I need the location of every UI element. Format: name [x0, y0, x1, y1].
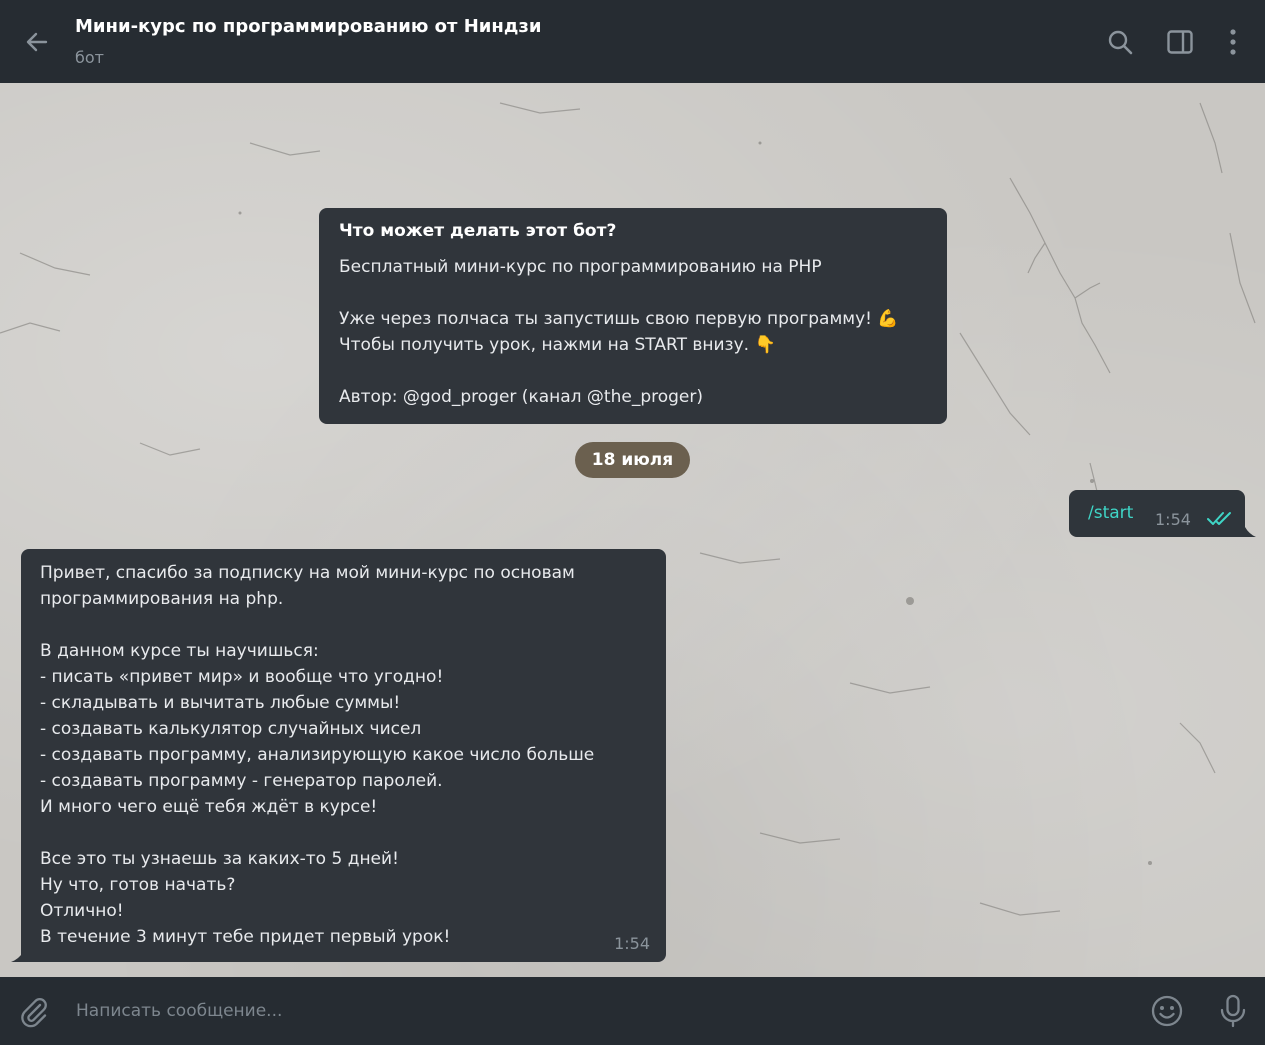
message-spacer	[40, 612, 646, 638]
incoming-message[interactable]: Привет, спасибо за подписку на мой мини-…	[21, 549, 666, 962]
double-check-icon	[1207, 512, 1231, 525]
message-line: - складывать и вычитать любые суммы!	[40, 693, 401, 713]
message-line: В данном курсе ты научишься:	[40, 641, 319, 661]
bubble-tail	[1245, 527, 1256, 537]
sidebar-toggle-button[interactable]	[1166, 28, 1194, 56]
message-line: И много чего ещё тебя ждёт в курсе!	[40, 797, 378, 817]
chat-subtitle: бот	[75, 48, 104, 67]
back-arrow-icon	[26, 32, 48, 52]
bot-description-heading: Что может делать этот бот?	[339, 221, 617, 241]
voice-record-button[interactable]	[1216, 994, 1250, 1028]
chat-header: Мини-курс по программированию от Ниндзи …	[0, 0, 1265, 83]
microphone-icon	[1220, 994, 1246, 1028]
bot-description-line: Чтобы получить урок, нажми на START вниз…	[339, 335, 776, 355]
bot-author-line: Автор: @god_proger (канал @the_proger)	[339, 387, 704, 407]
bot-description-card: Что может делать этот бот? Бесплатный ми…	[319, 208, 947, 424]
message-line: - писать «привет мир» и вообще что угодн…	[40, 667, 444, 687]
emoji-button[interactable]	[1150, 994, 1184, 1028]
chat-messages-area[interactable]: Что может делать этот бот? Бесплатный ми…	[0, 83, 1265, 977]
paperclip-icon	[21, 998, 47, 1028]
message-line: Отлично!	[40, 901, 124, 921]
message-input[interactable]	[62, 991, 1122, 1031]
message-line: Ну что, готов начать?	[40, 875, 236, 895]
message-line: Привет, спасибо за подписку на мой мини-…	[40, 563, 575, 583]
outgoing-message[interactable]: /start 1:54	[1069, 490, 1245, 537]
more-options-button[interactable]	[1219, 28, 1247, 56]
bot-description-line: Бесплатный мини-курс по программированию…	[339, 257, 822, 277]
message-line: - создавать программу, анализирующую как…	[40, 745, 595, 765]
date-separator: 18 июля	[575, 442, 690, 478]
message-line: В течение 3 минут тебе придет первый уро…	[40, 927, 451, 947]
message-time: 1:54	[614, 934, 650, 953]
message-time: 1:54	[1155, 510, 1191, 529]
bot-description-spacer	[339, 358, 927, 384]
search-icon	[1108, 30, 1133, 55]
message-line: - создавать калькулятор случайных чисел	[40, 719, 422, 739]
message-spacer	[40, 820, 646, 846]
bot-description-spacer	[339, 280, 927, 306]
back-button[interactable]	[22, 27, 52, 57]
chat-title[interactable]: Мини-курс по программированию от Ниндзи	[75, 16, 541, 37]
command-link[interactable]: /start	[1088, 500, 1133, 526]
message-line: Все это ты узнаешь за каких-то 5 дней!	[40, 849, 399, 869]
message-line: - создавать программу - генератор пароле…	[40, 771, 443, 791]
attach-button[interactable]	[17, 995, 51, 1029]
bubble-tail	[11, 952, 23, 962]
more-vertical-icon	[1230, 29, 1236, 55]
message-line: программирования на php.	[40, 589, 284, 609]
emoji-icon	[1151, 995, 1183, 1027]
message-composer	[0, 977, 1265, 1045]
sidebar-toggle-icon	[1167, 30, 1193, 54]
bot-description-line: Уже через полчаса ты запустишь свою перв…	[339, 309, 899, 329]
search-button[interactable]	[1106, 28, 1134, 56]
